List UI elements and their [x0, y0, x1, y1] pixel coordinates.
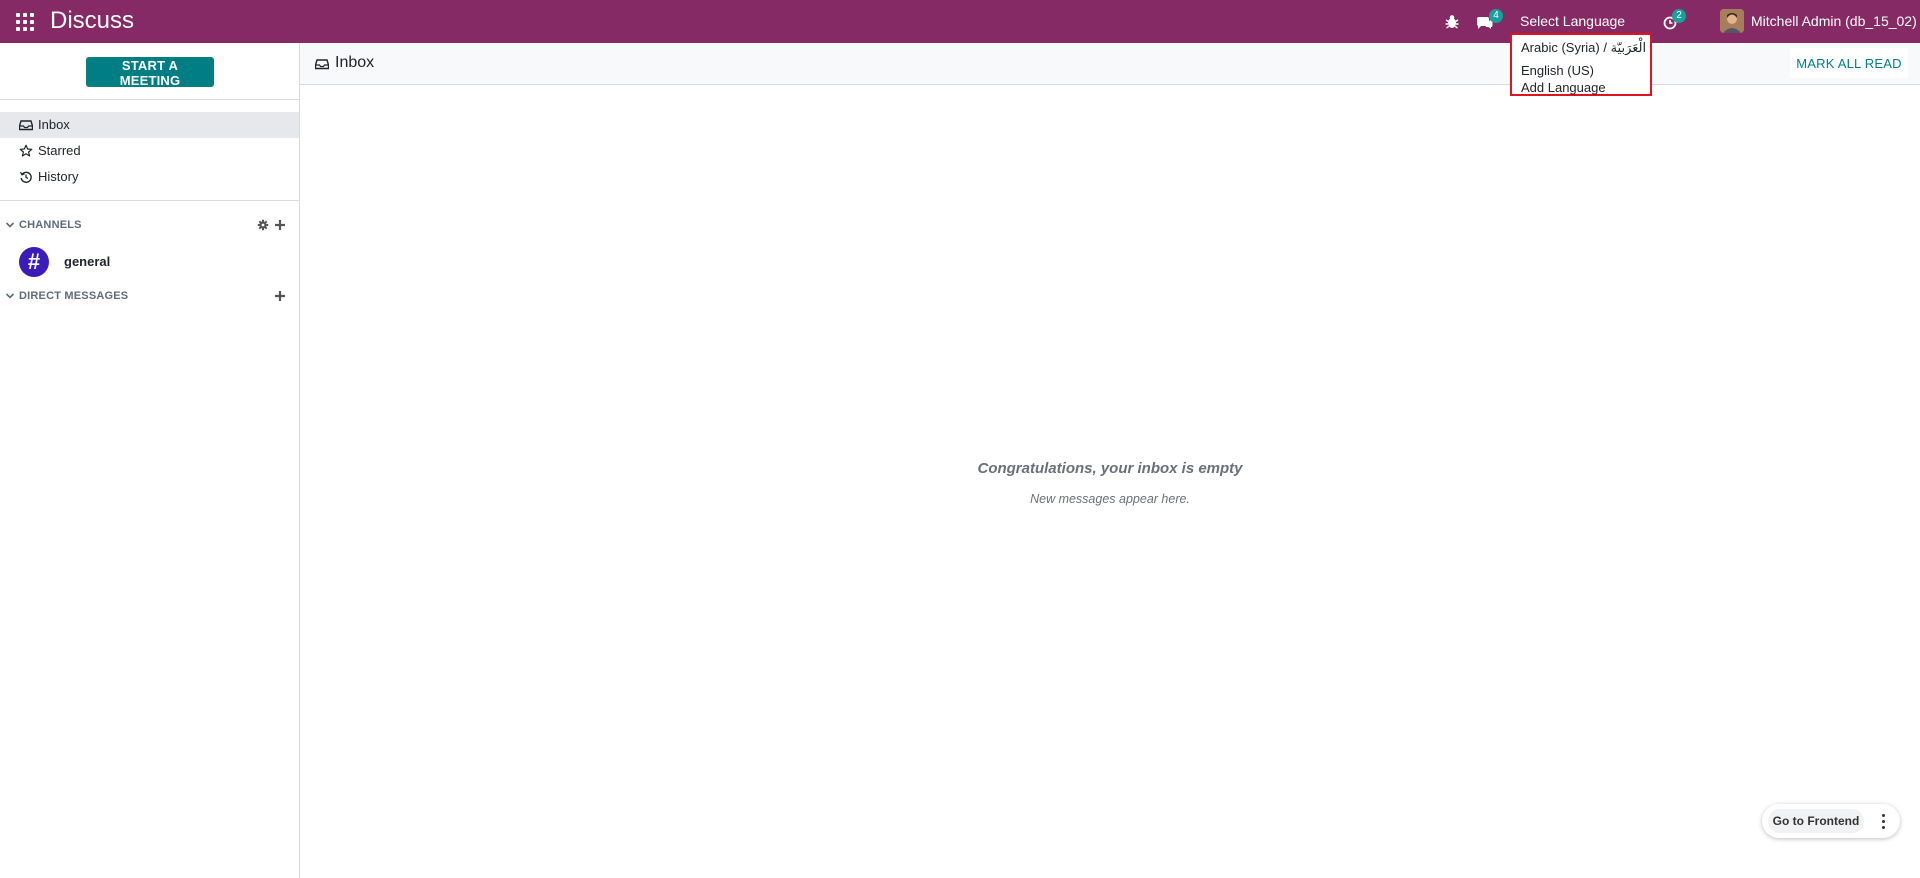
- chevron-down-icon[interactable]: [5, 220, 15, 230]
- more-options-button[interactable]: [1874, 809, 1894, 833]
- frontend-switcher: Go to Frontend: [1762, 804, 1900, 838]
- empty-inbox-subtitle: New messages appear here.: [1030, 492, 1190, 506]
- add-direct-message-icon[interactable]: [274, 290, 286, 302]
- sidebar-item-label: Inbox: [38, 117, 70, 132]
- language-option-arabic-syria[interactable]: Arabic (Syria) / الْعَرَبيّة: [1521, 40, 1646, 56]
- mark-all-read-button[interactable]: MARK ALL READ: [1790, 48, 1908, 78]
- channel-avatar: #: [19, 247, 49, 277]
- sidebar-item-label: History: [38, 169, 79, 184]
- language-option-english-us[interactable]: English (US): [1521, 63, 1594, 79]
- sidebar-item-history[interactable]: History: [0, 164, 299, 190]
- gear-icon[interactable]: [257, 219, 269, 231]
- channels-category: CHANNELS: [0, 216, 299, 236]
- inbox-icon: [19, 120, 33, 131]
- channel-item-general[interactable]: # general: [0, 243, 299, 279]
- go-to-frontend-button[interactable]: Go to Frontend: [1768, 809, 1864, 833]
- start-meeting-button[interactable]: START A MEETING: [86, 57, 214, 88]
- user-menu-toggle[interactable]: Mitchell Admin (db_15_02): [1751, 12, 1917, 30]
- language-dropdown-menu: Arabic (Syria) / الْعَرَبيّة English (US…: [1510, 33, 1652, 96]
- thread-title: Inbox: [335, 54, 375, 71]
- star-icon: [19, 144, 33, 157]
- sidebar-item-inbox[interactable]: Inbox: [0, 112, 299, 138]
- messages-count-badge: 4: [1489, 9, 1503, 23]
- language-selector-toggle[interactable]: Select Language: [1520, 12, 1625, 30]
- direct-messages-category: DIRECT MESSAGES: [0, 287, 299, 307]
- sidebar-item-starred[interactable]: Starred: [0, 138, 299, 164]
- user-photo: [1720, 9, 1744, 33]
- channel-name: general: [64, 254, 111, 269]
- app-title[interactable]: Discuss: [50, 8, 134, 34]
- direct-messages-category-label[interactable]: DIRECT MESSAGES: [19, 290, 128, 302]
- channels-category-label[interactable]: CHANNELS: [19, 219, 82, 231]
- sidebar-divider: [0, 99, 300, 100]
- history-icon: [19, 171, 32, 183]
- debug-button[interactable]: [1442, 12, 1462, 32]
- apps-menu-button[interactable]: [16, 13, 34, 31]
- thread-header: Inbox MARK ALL READ: [300, 43, 1920, 85]
- inbox-icon: [315, 59, 329, 70]
- sidebar-divider: [0, 200, 300, 201]
- empty-inbox-title: Congratulations, your inbox is empty: [977, 460, 1243, 477]
- user-avatar[interactable]: [1720, 9, 1744, 33]
- activities-count-badge: 2: [1672, 9, 1686, 23]
- discuss-sidebar: START A MEETING Inbox Starred History CH…: [0, 43, 300, 878]
- add-language-option[interactable]: Add Language: [1521, 80, 1606, 96]
- bug-icon: [1445, 15, 1459, 29]
- sidebar-item-label: Starred: [38, 143, 81, 158]
- add-channel-icon[interactable]: [274, 219, 286, 231]
- chevron-down-icon[interactable]: [5, 291, 15, 301]
